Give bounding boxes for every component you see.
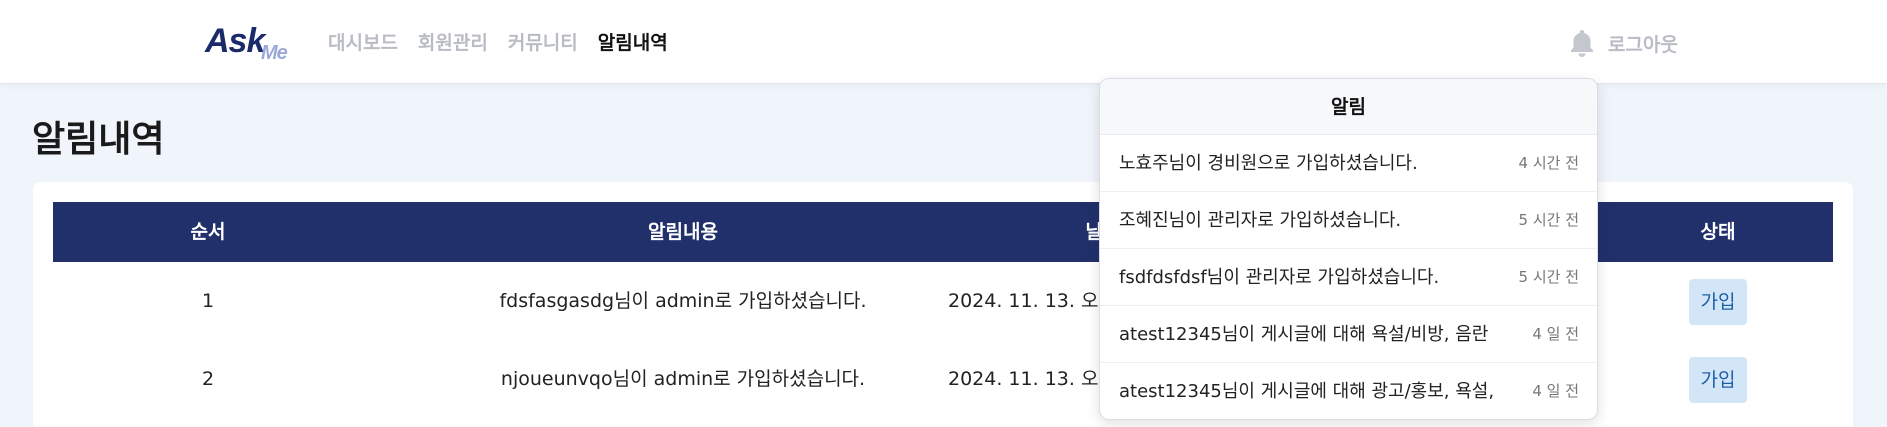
row-content: njoueunvqo님이 admin로 가입하셨습니다. — [500, 368, 866, 390]
notification-text: 노효주님이 경비원으로 가입하셨습니다. — [1119, 153, 1418, 174]
notification-time: 4 시간 전 — [1518, 154, 1579, 172]
notification-dropdown-title: 알림 — [1100, 79, 1597, 135]
nav-item-dashboard[interactable]: 대시보드 — [328, 28, 398, 55]
notification-item[interactable]: atest12345님이 게시글에 대해 광고/홍보, 욕설, 4 일 전 — [1100, 363, 1597, 419]
logo-text-me: Me — [261, 42, 288, 64]
row-status-cell: 가입 — [1603, 340, 1833, 418]
notification-text: atest12345님이 게시글에 대해 욕설/비방, 음란 — [1119, 324, 1489, 345]
top-header: Ask Me 대시보드 회원관리 커뮤니티 알림내역 로그아웃 — [0, 0, 1887, 84]
logout-button[interactable]: 로그아웃 — [1608, 30, 1678, 57]
main-nav: 대시보드 회원관리 커뮤니티 알림내역 — [328, 28, 668, 55]
bell-icon[interactable] — [1568, 28, 1596, 58]
notification-time: 4 일 전 — [1532, 325, 1579, 343]
column-header-status: 상태 — [1700, 221, 1736, 243]
status-badge[interactable]: 가입 — [1688, 356, 1748, 403]
notification-text: 조혜진님이 관리자로 가입하셨습니다. — [1119, 210, 1402, 231]
notification-text: atest12345님이 게시글에 대해 광고/홍보, 욕설, — [1119, 381, 1495, 402]
notification-item[interactable]: 조혜진님이 관리자로 가입하셨습니다. 5 시간 전 — [1100, 192, 1597, 249]
notification-item[interactable]: atest12345님이 게시글에 대해 욕설/비방, 음란 4 일 전 — [1100, 306, 1597, 363]
notification-time: 5 시간 전 — [1518, 268, 1579, 286]
page-title: 알림내역 — [32, 119, 165, 160]
notification-time: 5 시간 전 — [1518, 211, 1579, 229]
notification-item[interactable]: fsdfdsfdsf님이 관리자로 가입하셨습니다. 5 시간 전 — [1100, 249, 1597, 306]
notification-dropdown: 알림 노효주님이 경비원으로 가입하셨습니다. 4 시간 전 조혜진님이 관리자… — [1099, 78, 1598, 420]
status-badge[interactable]: 가입 — [1688, 278, 1748, 325]
logo-text-ask: Ask — [205, 22, 265, 60]
column-header-index: 순서 — [190, 221, 226, 243]
row-content: fdsfasgasdg님이 admin로 가입하셨습니다. — [499, 290, 867, 312]
row-index: 1 — [201, 290, 215, 312]
notification-text: fsdfdsfdsf님이 관리자로 가입하셨습니다. — [1119, 267, 1440, 288]
nav-item-members[interactable]: 회원관리 — [418, 28, 488, 55]
askme-logo[interactable]: Ask Me — [205, 22, 295, 64]
column-header-content: 알림내용 — [648, 221, 718, 243]
nav-item-community[interactable]: 커뮤니티 — [508, 28, 578, 55]
nav-item-notifications[interactable]: 알림내역 — [598, 28, 668, 55]
row-index: 2 — [201, 368, 215, 390]
row-status-cell: 가입 — [1603, 262, 1833, 340]
notification-time: 4 일 전 — [1532, 382, 1579, 400]
notification-item[interactable]: 노효주님이 경비원으로 가입하셨습니다. 4 시간 전 — [1100, 135, 1597, 192]
